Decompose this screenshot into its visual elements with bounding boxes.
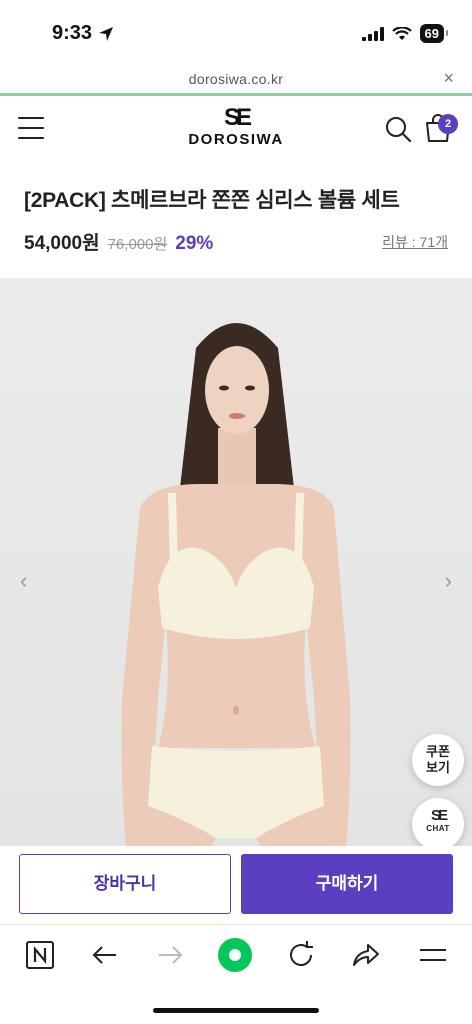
buy-now-button[interactable]: 구매하기	[241, 854, 453, 914]
original-price: 76,000원	[107, 236, 168, 253]
price-row: 54,000원 76,000원 29%	[24, 228, 213, 255]
status-bar: 9:33 69	[0, 0, 472, 62]
signal-icon	[361, 26, 384, 41]
chat-logo-mark: SE	[430, 807, 448, 824]
naver-n-icon[interactable]	[24, 939, 56, 971]
battery-icon: 69	[419, 24, 449, 43]
menu-icon[interactable]	[417, 939, 449, 971]
close-icon[interactable]: ×	[443, 68, 454, 89]
back-arrow-icon[interactable]	[89, 939, 121, 971]
logo-text: DOROSIWA	[188, 131, 284, 148]
forward-arrow-icon[interactable]	[154, 939, 186, 971]
prev-image-icon[interactable]: ‹	[20, 568, 27, 594]
browser-toolbar	[0, 924, 472, 994]
review-count-link[interactable]: 리뷰 : 71개	[382, 232, 448, 252]
hamburger-menu-icon[interactable]	[18, 117, 44, 139]
model-photo	[121, 323, 351, 846]
cart-count-badge[interactable]: 2	[438, 114, 458, 134]
discount-rate: 29%	[175, 233, 214, 254]
chat-button[interactable]: SE CHAT	[412, 798, 464, 850]
search-icon[interactable]	[384, 115, 412, 143]
url-domain[interactable]: dorosiwa.co.kr	[0, 71, 472, 87]
sale-price: 54,000원	[24, 233, 100, 254]
next-image-icon[interactable]: ›	[445, 568, 452, 594]
site-logo[interactable]: SE DOROSIWA	[170, 104, 302, 149]
url-bar[interactable]: dorosiwa.co.kr ×	[0, 64, 472, 96]
wifi-icon	[391, 26, 412, 40]
green-dot-icon[interactable]	[217, 937, 253, 973]
coupon-button[interactable]: 쿠폰 보기	[412, 734, 464, 786]
purchase-actions: 장바구니 구매하기	[0, 846, 472, 924]
share-icon[interactable]	[350, 939, 382, 971]
status-time: 9:33	[52, 22, 114, 45]
add-to-cart-button[interactable]: 장바구니	[19, 854, 231, 914]
refresh-icon[interactable]	[285, 939, 317, 971]
home-indicator	[153, 1008, 319, 1013]
product-title: [2PACK] 츠메르브라 쫀쫀 심리스 볼륨 세트	[24, 189, 400, 212]
time-label: 9:33	[52, 22, 93, 44]
logo-mark: SE	[223, 104, 252, 131]
location-arrow-icon	[99, 26, 114, 41]
product-image[interactable]: ‹ ›	[0, 278, 472, 846]
status-indicators: 69	[361, 24, 449, 43]
chat-label: CHAT	[426, 824, 450, 833]
coupon-line2: 보기	[426, 760, 450, 775]
coupon-line1: 쿠폰	[426, 744, 450, 759]
site-header: SE DOROSIWA	[0, 99, 472, 161]
